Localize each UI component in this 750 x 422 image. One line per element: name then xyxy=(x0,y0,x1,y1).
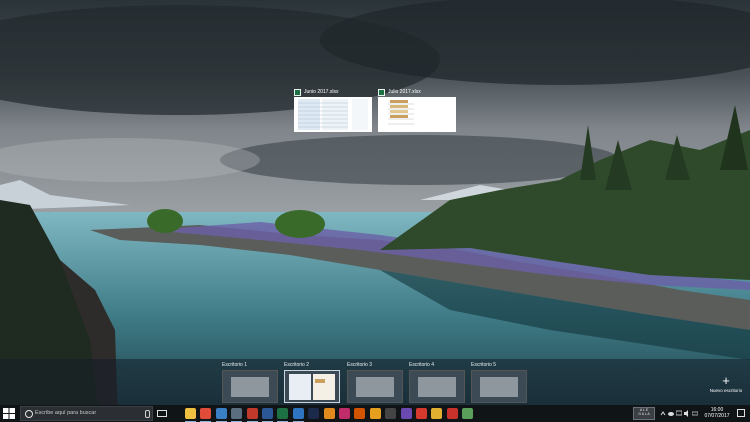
plus-icon: + xyxy=(722,373,730,388)
indesign-icon[interactable] xyxy=(339,408,350,419)
illustrator-icon[interactable] xyxy=(323,408,335,419)
window-thumbnail-julio[interactable]: Julio 2017.xlsx xyxy=(378,87,456,132)
window-title: Julio 2017.xlsx xyxy=(388,89,421,95)
app-icon[interactable] xyxy=(354,408,366,419)
desktop-label: Escritorio 2 xyxy=(284,362,310,368)
app-icon[interactable] xyxy=(431,408,443,419)
keyboard-icon[interactable] xyxy=(692,410,698,417)
excel-icon[interactable] xyxy=(277,408,289,422)
new-desktop-label: Nuevo escritorio xyxy=(709,388,743,393)
excel-icon xyxy=(294,88,301,96)
desktop-label: Escritorio 5 xyxy=(471,362,497,368)
word-icon[interactable] xyxy=(262,408,273,422)
clock-date: 07/07/2017 xyxy=(704,413,730,419)
windows-start-icon[interactable] xyxy=(3,408,15,419)
taskbar: Escribe aquí para buscar A L E G A L A 1… xyxy=(0,405,750,422)
network-icon[interactable] xyxy=(676,410,682,417)
app-icon[interactable] xyxy=(400,408,412,419)
cortana-icon xyxy=(25,410,33,418)
desktop-thumbnail xyxy=(222,370,278,403)
chrome-icon[interactable] xyxy=(200,408,212,422)
action-center-icon[interactable] xyxy=(737,409,745,417)
volume-icon[interactable] xyxy=(684,410,690,417)
task-view-icon[interactable] xyxy=(157,410,167,417)
excel-icon xyxy=(378,88,385,96)
window-title-bar: Junio 2017.xlsx xyxy=(294,87,372,97)
app-icon[interactable] xyxy=(416,408,427,419)
outlook-icon[interactable] xyxy=(292,408,304,422)
tray-badge-line: G A L A xyxy=(638,412,650,416)
window-preview xyxy=(294,97,372,132)
window-title: Junio 2017.xlsx xyxy=(304,89,339,95)
desktop-label: Escritorio 4 xyxy=(409,362,435,368)
virtual-desktop-4[interactable]: Escritorio 4 xyxy=(409,362,465,403)
photoshop-icon[interactable] xyxy=(308,408,320,419)
app-icon[interactable] xyxy=(462,408,474,419)
desktop-label: Escritorio 3 xyxy=(347,362,373,368)
cloud-icon[interactable] xyxy=(668,410,674,417)
file-explorer-icon[interactable] xyxy=(185,408,196,422)
desktop-label: Escritorio 1 xyxy=(222,362,248,368)
desktop-thumbnail xyxy=(409,370,465,403)
spreadsheet-preview xyxy=(378,97,456,132)
window-title-bar: Julio 2017.xlsx xyxy=(378,87,456,97)
virtual-desktop-1[interactable]: Escritorio 1 xyxy=(222,362,278,403)
taskbar-clock[interactable]: 16:00 07/07/2017 xyxy=(700,407,734,419)
new-desktop-button[interactable]: + Nuevo escritorio xyxy=(706,373,746,393)
window-thumbnail-junio[interactable]: Junio 2017.xlsx xyxy=(294,87,372,132)
taskbar-search-box[interactable]: Escribe aquí para buscar xyxy=(20,406,153,421)
search-placeholder: Escribe aquí para buscar xyxy=(35,410,97,416)
virtual-desktop-2[interactable]: Escritorio 2 xyxy=(284,362,340,403)
microphone-icon[interactable] xyxy=(145,410,150,418)
app-icon[interactable] xyxy=(385,408,397,419)
desktop-thumbnail xyxy=(284,370,340,403)
app-icon[interactable] xyxy=(369,408,381,419)
vmware-icon[interactable] xyxy=(215,408,227,422)
virtual-desktop-5[interactable]: Escritorio 5 xyxy=(471,362,527,403)
window-preview xyxy=(378,97,456,132)
app-icon[interactable] xyxy=(231,408,243,422)
chevron-up-icon[interactable] xyxy=(660,410,666,417)
virtual-desktop-3[interactable]: Escritorio 3 xyxy=(347,362,403,403)
desktop-thumbnail xyxy=(347,370,403,403)
app-icon[interactable] xyxy=(446,408,458,419)
filezilla-icon[interactable] xyxy=(246,408,258,422)
desktop-thumbnail xyxy=(471,370,527,403)
tray-app-badge[interactable]: A L E G A L A xyxy=(633,407,655,420)
spreadsheet-preview xyxy=(294,97,372,132)
